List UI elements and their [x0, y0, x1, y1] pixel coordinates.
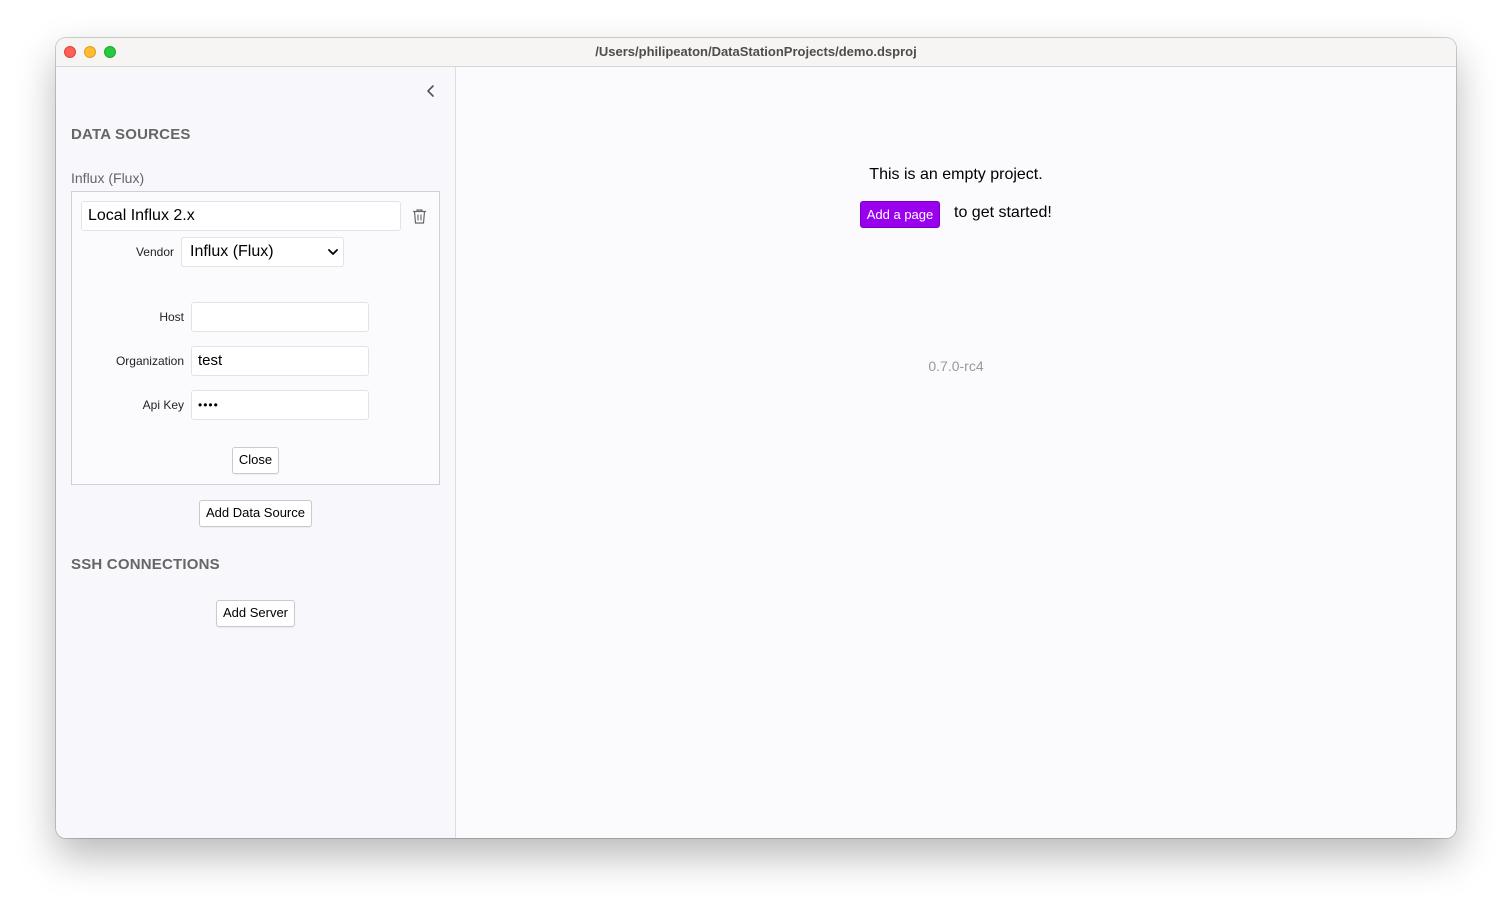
host-input[interactable]	[191, 302, 369, 332]
app-window: /Users/philipeaton/DataStationProjects/d…	[56, 38, 1456, 838]
vendor-label: Vendor	[135, 245, 174, 259]
data-sources-heading: DATA SOURCES	[71, 126, 191, 143]
get-started-text: to get started!	[954, 204, 1052, 221]
host-label: Host	[159, 310, 184, 324]
add-server-button[interactable]: Add Server	[216, 600, 295, 627]
api-key-input[interactable]: ••••	[191, 390, 369, 420]
data-source-type-label: Influx (Flux)	[71, 170, 145, 186]
sidebar: DATA SOURCES Influx (Flux) Local Influx …	[56, 67, 456, 838]
close-button[interactable]: Close	[232, 447, 279, 474]
data-source-panel: Local Influx 2.x Vendor Influx (Flux) Ho…	[71, 191, 440, 485]
chevron-left-icon[interactable]	[422, 82, 440, 100]
add-data-source-button[interactable]: Add Data Source	[199, 500, 312, 527]
organization-label: Organization	[115, 354, 184, 368]
version-label: 0.7.0-rc4	[928, 358, 984, 374]
chevron-down-icon	[328, 249, 338, 255]
title-bar: /Users/philipeaton/DataStationProjects/d…	[56, 38, 1456, 67]
ssh-connections-heading: SSH CONNECTIONS	[71, 556, 220, 573]
vendor-selected-value: Influx (Flux)	[190, 243, 274, 260]
window-title: /Users/philipeaton/DataStationProjects/d…	[595, 44, 917, 59]
api-key-label: Api Key	[142, 398, 184, 412]
data-source-name-input[interactable]: Local Influx 2.x	[81, 201, 401, 231]
organization-input[interactable]: test	[191, 346, 369, 376]
empty-project-message: This is an empty project.	[869, 166, 1043, 183]
main-content: This is an empty project. Add a page to …	[456, 67, 1456, 838]
trash-icon[interactable]	[412, 208, 427, 224]
vendor-select[interactable]: Influx (Flux)	[181, 237, 344, 267]
add-page-button[interactable]: Add a page	[860, 201, 940, 228]
